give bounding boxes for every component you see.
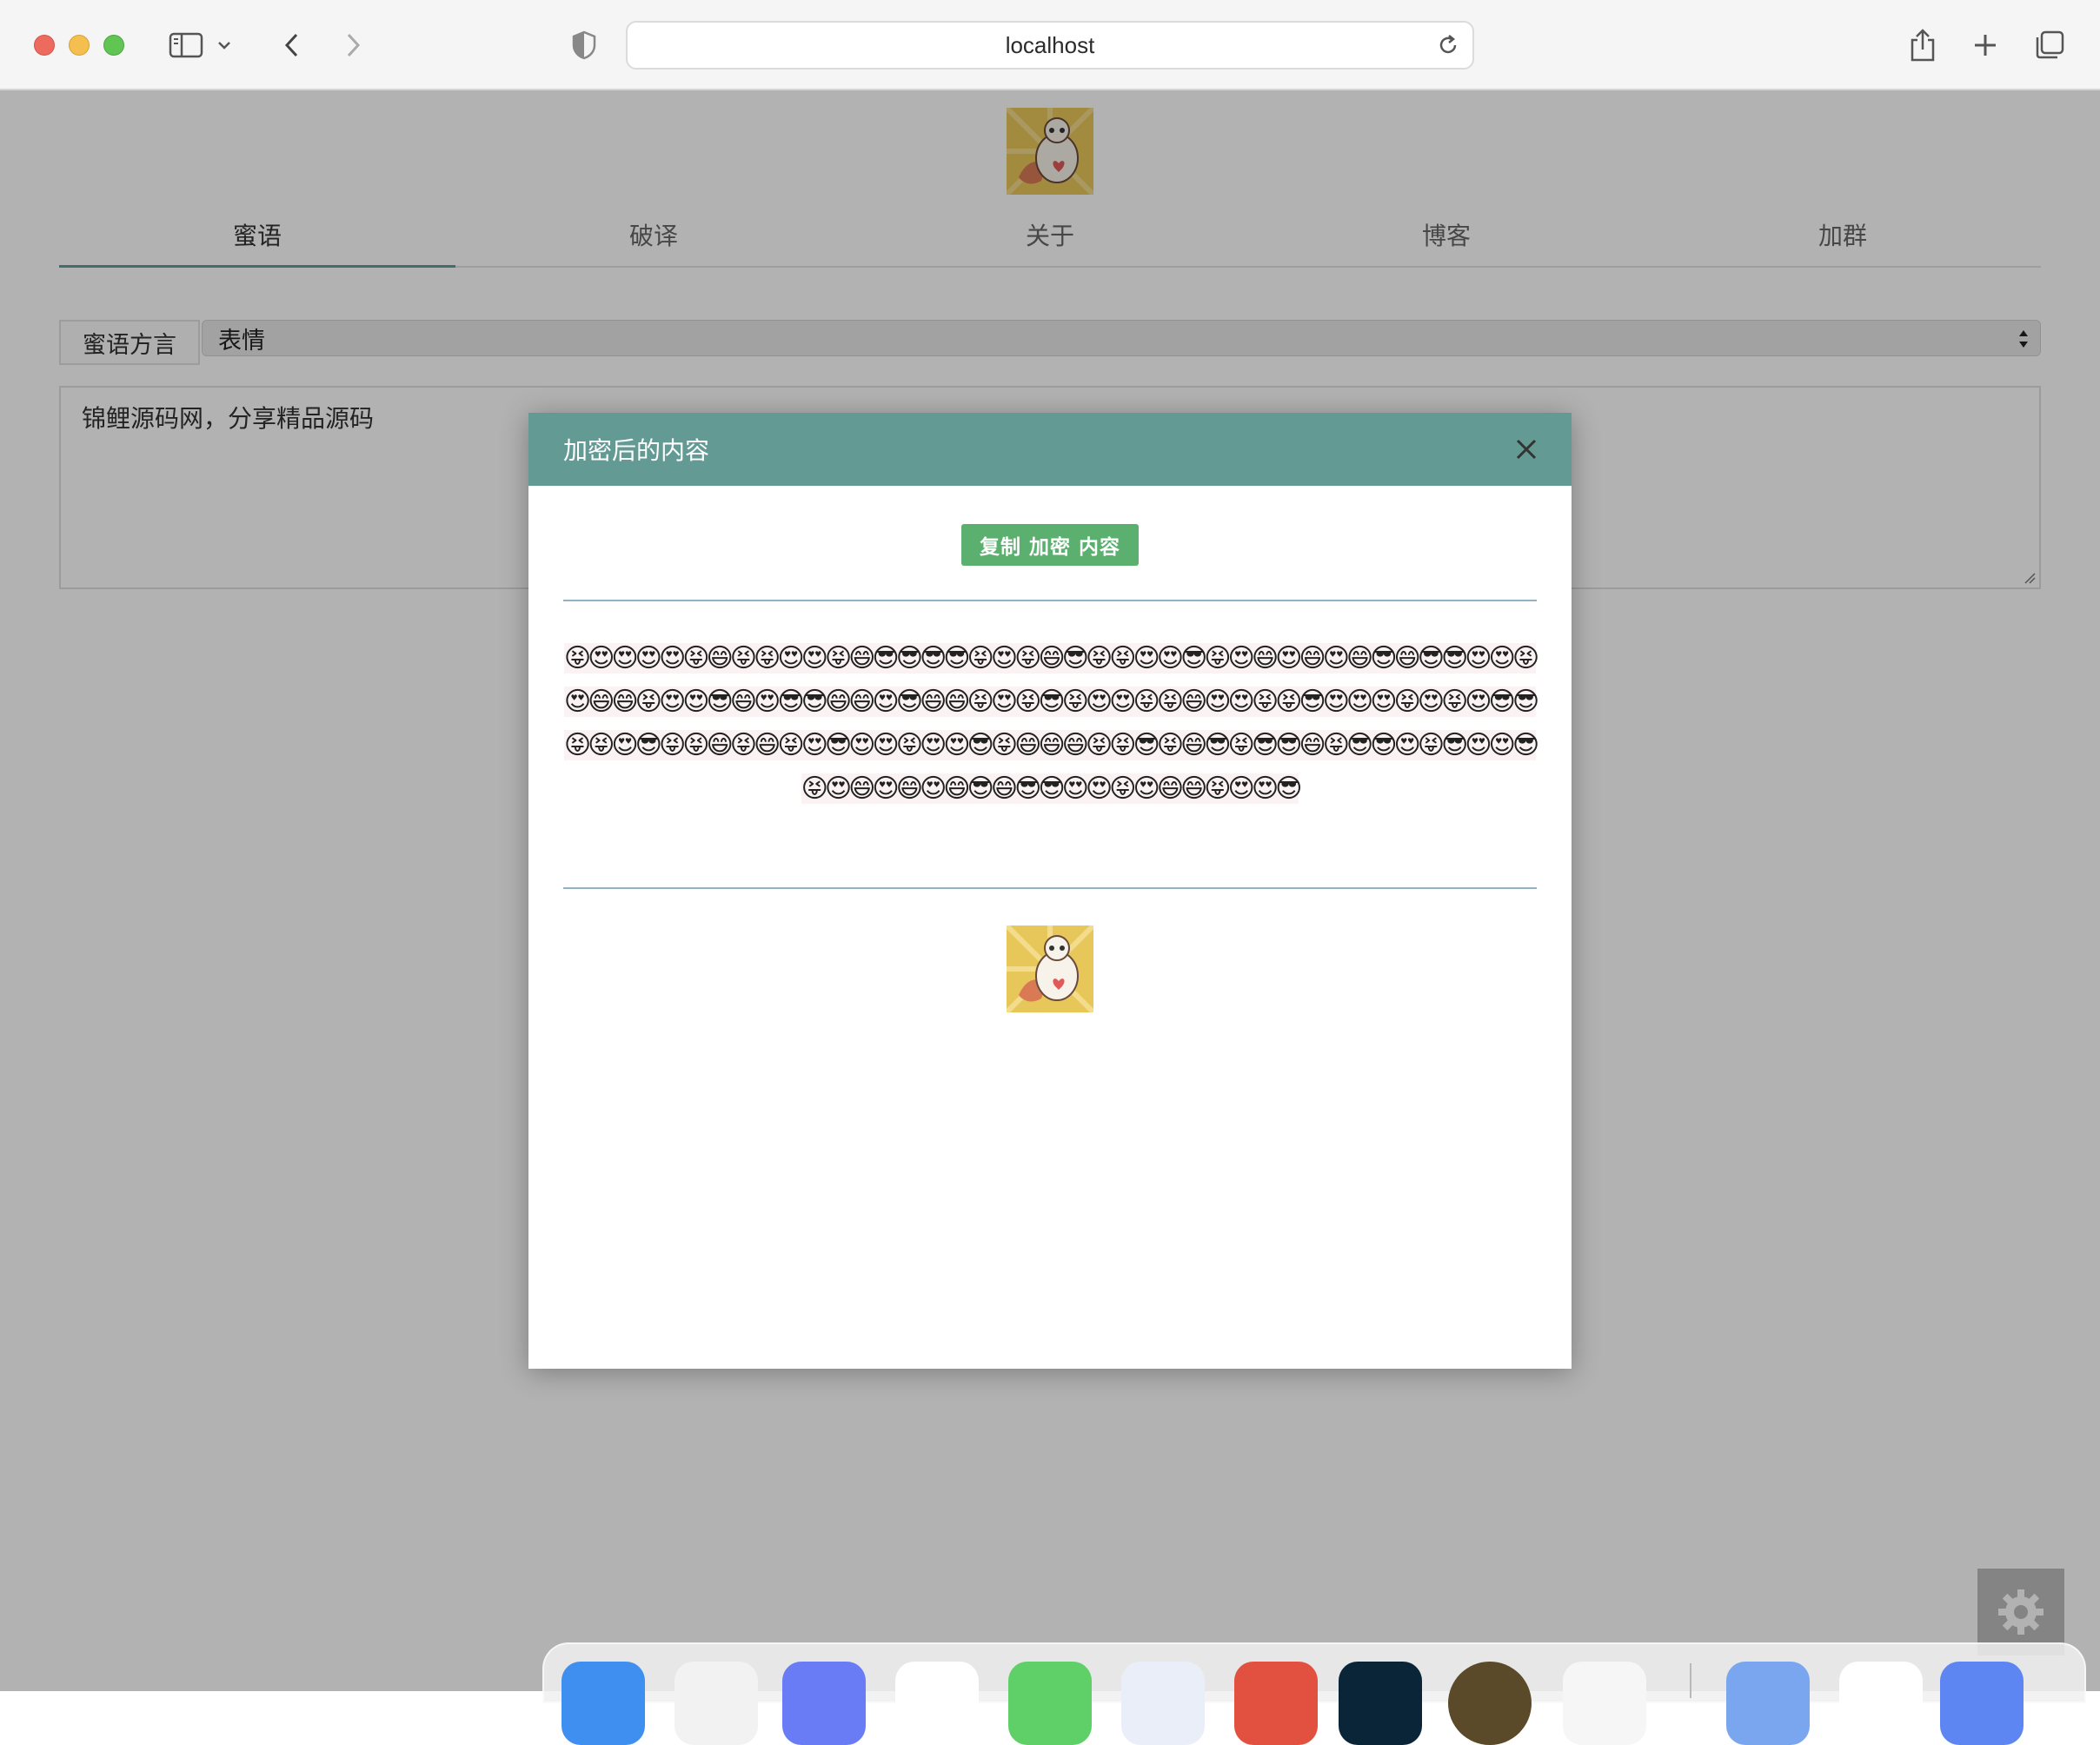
dock-downloads-icon[interactable] xyxy=(1940,1662,2024,1745)
minimize-window-button[interactable] xyxy=(69,35,90,56)
divider xyxy=(563,600,1537,601)
mascot-image xyxy=(1007,926,1093,1012)
sidebar-toggle-icon[interactable] xyxy=(163,23,209,68)
dock-chrome-icon[interactable] xyxy=(1234,1662,1318,1745)
address-bar[interactable]: localhost xyxy=(626,21,1474,70)
close-icon[interactable] xyxy=(1512,435,1540,463)
dock-app-icon[interactable] xyxy=(782,1662,866,1745)
dock-launchpad-icon[interactable] xyxy=(675,1662,758,1745)
dock-finder-icon[interactable] xyxy=(562,1662,645,1745)
close-window-button[interactable] xyxy=(34,35,55,56)
back-arrow-icon[interactable] xyxy=(269,23,315,68)
encrypted-text: 😝😍😍😍😍😝😄😝😝😍😍😝😄😎😎😎😎😝😍😝😄😎😝😝😍😍😎😝😍😄😍😄😍😄😎😄😎😎😍😍… xyxy=(563,643,1539,804)
url-text: localhost xyxy=(1005,31,1095,58)
shield-icon[interactable] xyxy=(562,23,607,68)
dock-wechat-icon[interactable] xyxy=(1008,1662,1092,1745)
new-tab-icon[interactable] xyxy=(1963,23,2008,68)
dock-safari-icon[interactable] xyxy=(1121,1662,1205,1745)
encrypted-content: 😝😍😍😍😍😝😄😝😝😍😍😝😄😎😎😎😎😝😍😝😄😎😝😝😍😍😎😝😍😄😍😄😍😄😎😄😎😎😍😍… xyxy=(563,637,1539,863)
reload-icon[interactable] xyxy=(1436,33,1460,57)
dock-qq-icon[interactable] xyxy=(895,1662,979,1745)
dock-photoshop-icon[interactable] xyxy=(1339,1662,1422,1745)
dock-separator xyxy=(1690,1663,1691,1698)
encrypted-result-modal: 加密后的内容 复制 加密 内容 😝😍😍😍😍😝😄😝😝😍😍😝😄😎😎😎😎😝😍😝😄😎😝😝… xyxy=(528,413,1572,1369)
divider xyxy=(563,887,1537,889)
dock-hbuilder-icon[interactable] xyxy=(1448,1662,1532,1745)
dock xyxy=(542,1642,2086,1745)
share-icon[interactable] xyxy=(1900,23,1945,68)
modal-title: 加密后的内容 xyxy=(563,436,710,465)
dock-airdrop-icon[interactable] xyxy=(1726,1662,1810,1745)
forward-arrow-icon[interactable] xyxy=(330,23,375,68)
chevron-down-icon[interactable] xyxy=(212,23,236,68)
browser-toolbar: localhost xyxy=(0,0,2100,90)
tab-overview-icon[interactable] xyxy=(2027,23,2072,68)
maximize-window-button[interactable] xyxy=(103,35,124,56)
copy-encrypted-button[interactable]: 复制 加密 内容 xyxy=(961,524,1139,566)
dock-preview-icon[interactable] xyxy=(1563,1662,1646,1745)
modal-header: 加密后的内容 xyxy=(528,413,1572,486)
dock-textedit-icon[interactable] xyxy=(1839,1662,1923,1745)
